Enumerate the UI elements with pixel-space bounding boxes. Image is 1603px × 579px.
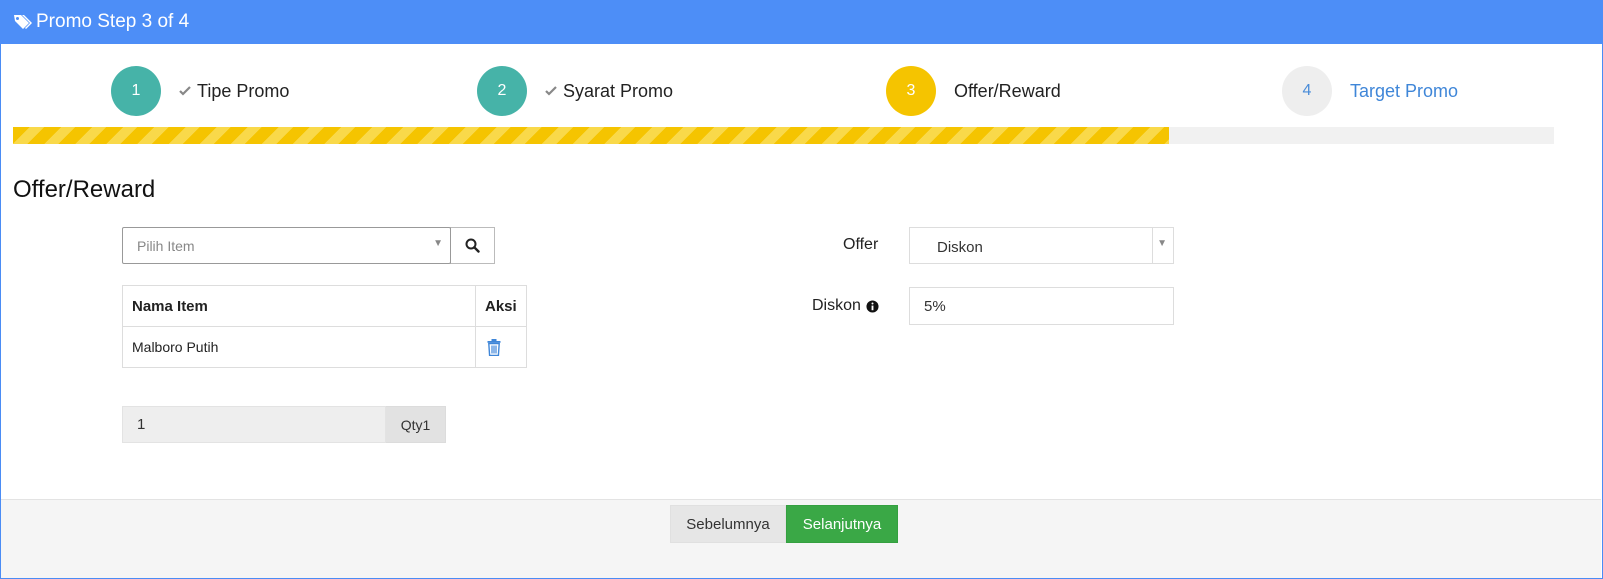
column-header-aksi: Aksi xyxy=(475,285,527,327)
qty-input[interactable]: 1 xyxy=(122,406,386,443)
next-button[interactable]: Selanjutnya xyxy=(786,505,898,543)
diskon-label: Diskon xyxy=(812,297,861,314)
step-number: 4 xyxy=(1282,66,1332,116)
panel-title: Promo Step 3 of 4 xyxy=(36,11,190,32)
item-select-placeholder: Pilih Item xyxy=(137,238,195,254)
check-icon xyxy=(545,86,557,96)
caret-down-icon: ▼ xyxy=(433,238,443,249)
offer-select-value: Diskon xyxy=(937,239,983,256)
previous-button[interactable]: Sebelumnya xyxy=(670,505,786,543)
offer-select[interactable]: Diskon ▼ xyxy=(909,227,1174,264)
step-tipe-promo[interactable]: 1 Tipe Promo xyxy=(111,66,289,116)
step-progress-bar xyxy=(13,127,1554,144)
section-title: Offer/Reward xyxy=(13,176,156,203)
trash-icon[interactable] xyxy=(487,338,501,356)
step-label: Target Promo xyxy=(1350,80,1459,101)
diskon-label-group: Diskon xyxy=(812,297,879,315)
search-icon xyxy=(465,238,480,253)
tags-icon xyxy=(14,15,32,29)
info-icon[interactable] xyxy=(866,299,879,313)
item-name-cell: Malboro Putih xyxy=(122,326,476,368)
caret-down-icon: ▼ xyxy=(1157,238,1167,249)
step-target-promo[interactable]: 4 Target Promo xyxy=(1282,66,1458,116)
offer-label: Offer xyxy=(843,236,879,253)
step-syarat-promo[interactable]: 2 Syarat Promo xyxy=(477,66,673,116)
step-label: Syarat Promo xyxy=(563,80,674,101)
item-select[interactable]: Pilih Item ▼ xyxy=(122,227,451,264)
step-label: Tipe Promo xyxy=(197,80,290,101)
step-progress-fill xyxy=(13,127,1169,144)
search-button[interactable] xyxy=(450,227,495,264)
qty-input-group: 1 Qty1 xyxy=(122,406,446,443)
step-number: 1 xyxy=(111,66,161,116)
qty-addon: Qty1 xyxy=(386,406,446,443)
item-action-cell xyxy=(475,326,527,368)
check-icon xyxy=(179,86,191,96)
panel-header: Promo Step 3 of 4 xyxy=(0,0,1603,44)
items-table: Nama Item Aksi Malboro Putih xyxy=(122,285,527,368)
step-number: 3 xyxy=(886,66,936,116)
column-header-nama-item: Nama Item xyxy=(122,285,476,327)
diskon-input[interactable]: 5% xyxy=(909,287,1174,325)
table-row: Malboro Putih xyxy=(122,326,527,368)
step-offer-reward[interactable]: 3 Offer/Reward xyxy=(886,66,1061,116)
step-number: 2 xyxy=(477,66,527,116)
step-label: Offer/Reward xyxy=(954,80,1061,101)
